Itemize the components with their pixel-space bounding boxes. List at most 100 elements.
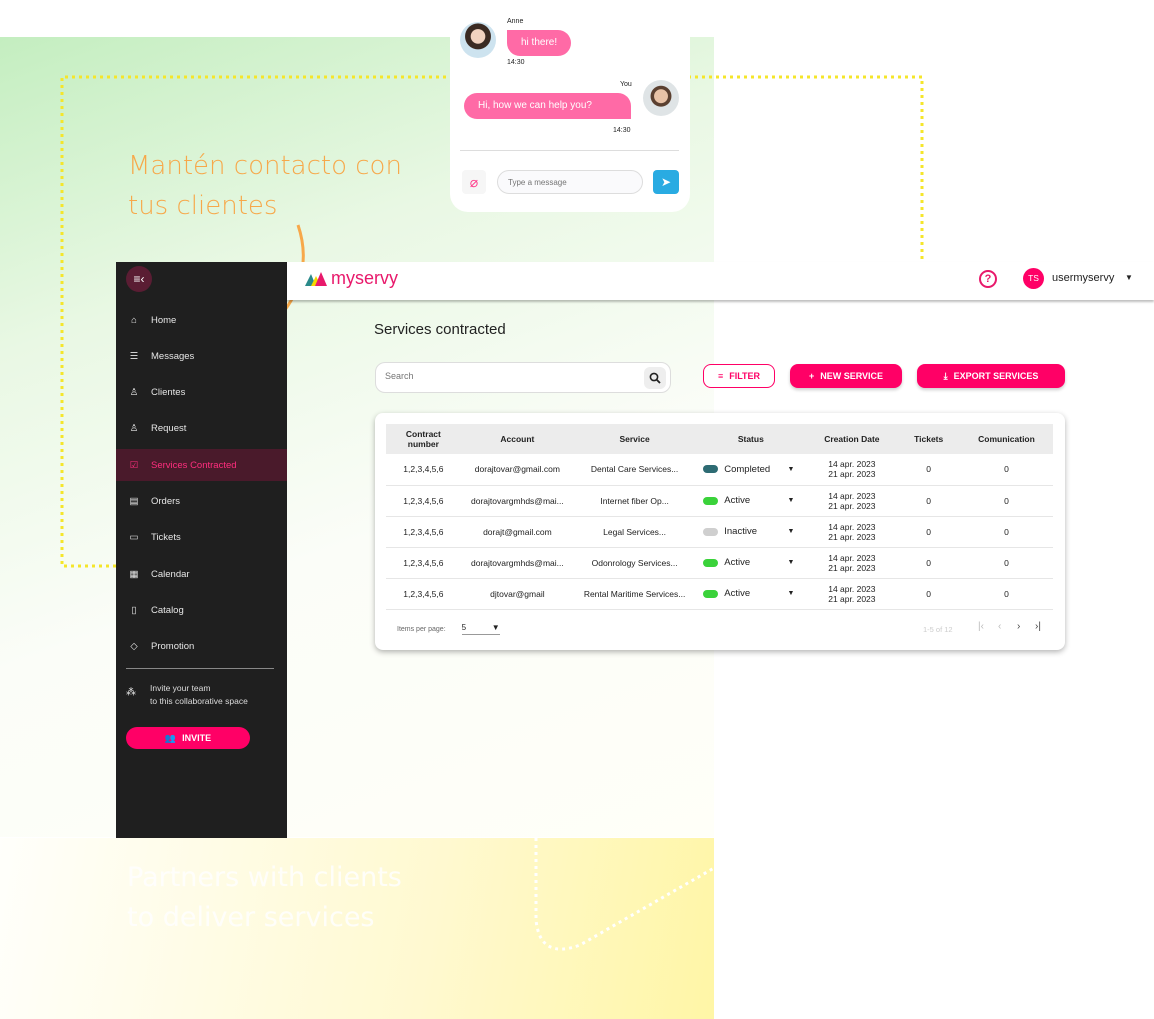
date-cell: 14 apr. 2023 21 apr. 2023 bbox=[806, 578, 898, 610]
tickets-cell: 0 bbox=[897, 578, 960, 610]
divider bbox=[126, 668, 274, 669]
sidebar-item-calendar[interactable]: ▦ Calendar bbox=[116, 558, 287, 590]
status-select[interactable]: Active ▼ bbox=[695, 557, 806, 568]
chevron-down-icon[interactable]: ▼ bbox=[1125, 273, 1133, 282]
page-range: 1-5 of 12 bbox=[923, 625, 953, 634]
column-header[interactable]: Status bbox=[695, 424, 807, 454]
start-date: 14 apr. 2023 bbox=[828, 583, 876, 594]
column-header[interactable]: Tickets bbox=[897, 424, 960, 454]
comunication-cell: 0 bbox=[960, 485, 1053, 517]
status-cell[interactable]: Active ▼ bbox=[695, 547, 807, 579]
status-cell[interactable]: Inactive ▼ bbox=[695, 516, 807, 548]
comunication-cell: 0 bbox=[960, 454, 1053, 486]
date-cell: 14 apr. 2023 21 apr. 2023 bbox=[806, 516, 898, 548]
date-cell: 14 apr. 2023 21 apr. 2023 bbox=[806, 485, 898, 517]
export-label: EXPORT SERVICES bbox=[953, 371, 1039, 381]
date-cell: 14 apr. 2023 21 apr. 2023 bbox=[806, 454, 898, 486]
brand-logo[interactable]: myservy bbox=[305, 268, 398, 289]
sidebar-item-label: Tickets bbox=[151, 532, 181, 544]
new-service-button[interactable]: + NEW SERVICE bbox=[790, 364, 902, 388]
account-cell: dorajtovar@gmail.com bbox=[460, 454, 574, 486]
column-header[interactable]: Service bbox=[573, 424, 696, 454]
status-select[interactable]: Active ▼ bbox=[695, 588, 806, 599]
chevron-down-icon[interactable]: ▼ bbox=[787, 497, 794, 504]
plus-icon: + bbox=[808, 371, 815, 381]
column-header[interactable]: Contract number bbox=[386, 424, 461, 454]
date-cell: 14 apr. 2023 21 apr. 2023 bbox=[806, 547, 898, 579]
search-input[interactable] bbox=[385, 371, 625, 381]
column-header[interactable]: Creation Date bbox=[806, 424, 898, 454]
sidebar-item-label: Messages bbox=[151, 350, 195, 362]
status-cell[interactable]: Active ▼ bbox=[695, 485, 807, 517]
logo-icon bbox=[305, 271, 327, 286]
status-select[interactable]: Inactive ▼ bbox=[695, 526, 806, 537]
sidebar-item-catalog[interactable]: ▯ Catalog bbox=[116, 594, 287, 626]
sidebar-item-promotion[interactable]: ◇ Promotion bbox=[116, 631, 287, 663]
page-size-select[interactable]: 5 ▼ bbox=[461, 623, 500, 635]
export-services-button[interactable]: ⤓ EXPORT SERVICES bbox=[917, 364, 1065, 388]
status-select[interactable]: Active ▼ bbox=[695, 495, 806, 506]
new-service-label: NEW SERVICE bbox=[820, 371, 884, 381]
service-cell: Legal Services... bbox=[573, 516, 696, 548]
search-icon[interactable] bbox=[644, 367, 666, 389]
marketing-headline: Mantén contacto con tus clientes bbox=[128, 151, 402, 221]
chevron-down-icon[interactable]: ▼ bbox=[787, 590, 794, 597]
start-date: 14 apr. 2023 bbox=[828, 552, 876, 563]
sidebar-item-services-contracted[interactable]: ☑ Services Contracted bbox=[116, 449, 287, 482]
sidebar-item-orders[interactable]: ▤ Orders bbox=[116, 486, 287, 518]
brand-name: myservy bbox=[331, 268, 398, 288]
page-title: Services contracted bbox=[374, 321, 506, 338]
contract-cell: 1,2,3,4,5,6 bbox=[386, 454, 461, 486]
service-cell: Odonrology Services... bbox=[573, 547, 696, 579]
sidebar-item-label: Catalog bbox=[151, 604, 184, 616]
invite-button[interactable]: 👥 INVITE bbox=[126, 727, 250, 749]
table-row[interactable]: 1,2,3,4,5,6 dorajtovargmhds@mai... Inter… bbox=[386, 485, 1053, 517]
status-cell[interactable]: Completed ▼ bbox=[695, 454, 807, 486]
chevron-down-icon[interactable]: ▼ bbox=[787, 466, 794, 473]
sidebar-item-request[interactable]: ♙ Request bbox=[116, 413, 287, 445]
status-dot bbox=[703, 558, 719, 567]
account-cell: dorajtovargmhds@mai... bbox=[460, 547, 574, 579]
status-cell[interactable]: Active ▼ bbox=[695, 578, 807, 610]
sidebar-item-label: Home bbox=[151, 314, 177, 326]
account-cell: dorajt@gmail.com bbox=[460, 516, 574, 548]
column-header[interactable]: Account bbox=[460, 424, 574, 454]
search-box bbox=[375, 362, 671, 393]
sidebar-item-label: Calendar bbox=[151, 568, 190, 580]
status-select[interactable]: Completed ▼ bbox=[695, 464, 806, 475]
attach-icon[interactable]: ⌀ bbox=[462, 170, 486, 194]
first-page-icon[interactable]: |‹ bbox=[978, 621, 984, 632]
chevron-down-icon[interactable]: ▼ bbox=[787, 528, 794, 535]
table-row[interactable]: 1,2,3,4,5,6 dorajtovar@gmail.com Dental … bbox=[386, 454, 1053, 486]
sidebar-item-messages[interactable]: ☰ Messages bbox=[116, 340, 287, 372]
help-icon[interactable]: ? bbox=[979, 270, 997, 288]
next-page-icon[interactable]: › bbox=[1017, 621, 1020, 632]
avatar[interactable]: TS bbox=[1023, 268, 1044, 289]
chevron-down-icon: ▼ bbox=[491, 623, 500, 632]
column-header[interactable]: Comunication bbox=[960, 424, 1053, 454]
table-row[interactable]: 1,2,3,4,5,6 djtovar@gmail Rental Maritim… bbox=[386, 578, 1053, 610]
status-dot bbox=[703, 465, 719, 474]
comunication-cell: 0 bbox=[960, 516, 1053, 548]
filter-button[interactable]: ≡ FILTER bbox=[703, 364, 775, 388]
menu-collapse-icon[interactable]: ≡‹ bbox=[126, 266, 152, 292]
sidebar-item-tickets[interactable]: ▭ Tickets bbox=[116, 522, 287, 554]
table-row[interactable]: 1,2,3,4,5,6 dorajt@gmail.com Legal Servi… bbox=[386, 516, 1053, 548]
page-size-value: 5 bbox=[461, 623, 467, 632]
items-per-page-label: Items per page: bbox=[397, 625, 446, 633]
team-icon: ⁂ bbox=[126, 687, 136, 698]
orders-icon: ▤ bbox=[129, 496, 139, 507]
sidebar-item-label: Request bbox=[151, 423, 187, 435]
sidebar-item-clientes[interactable]: ♙ Clientes bbox=[116, 377, 287, 409]
items-per-page: Items per page: 5 ▼ bbox=[397, 623, 500, 635]
prev-page-icon[interactable]: ‹ bbox=[998, 621, 1001, 632]
send-icon[interactable]: ➤ bbox=[653, 170, 679, 194]
user-name[interactable]: usermyservy bbox=[1052, 272, 1114, 284]
last-page-icon[interactable]: ›| bbox=[1035, 621, 1041, 632]
chat-widget: Anne hi there! 14:30 You Hi, how we can … bbox=[450, 0, 690, 212]
message-icon: ☰ bbox=[129, 350, 139, 362]
chevron-down-icon[interactable]: ▼ bbox=[787, 559, 794, 566]
table-row[interactable]: 1,2,3,4,5,6 dorajtovargmhds@mai... Odonr… bbox=[386, 547, 1053, 579]
sidebar-item-home[interactable]: ⌂ Home bbox=[116, 304, 287, 336]
message-input[interactable] bbox=[497, 170, 643, 194]
